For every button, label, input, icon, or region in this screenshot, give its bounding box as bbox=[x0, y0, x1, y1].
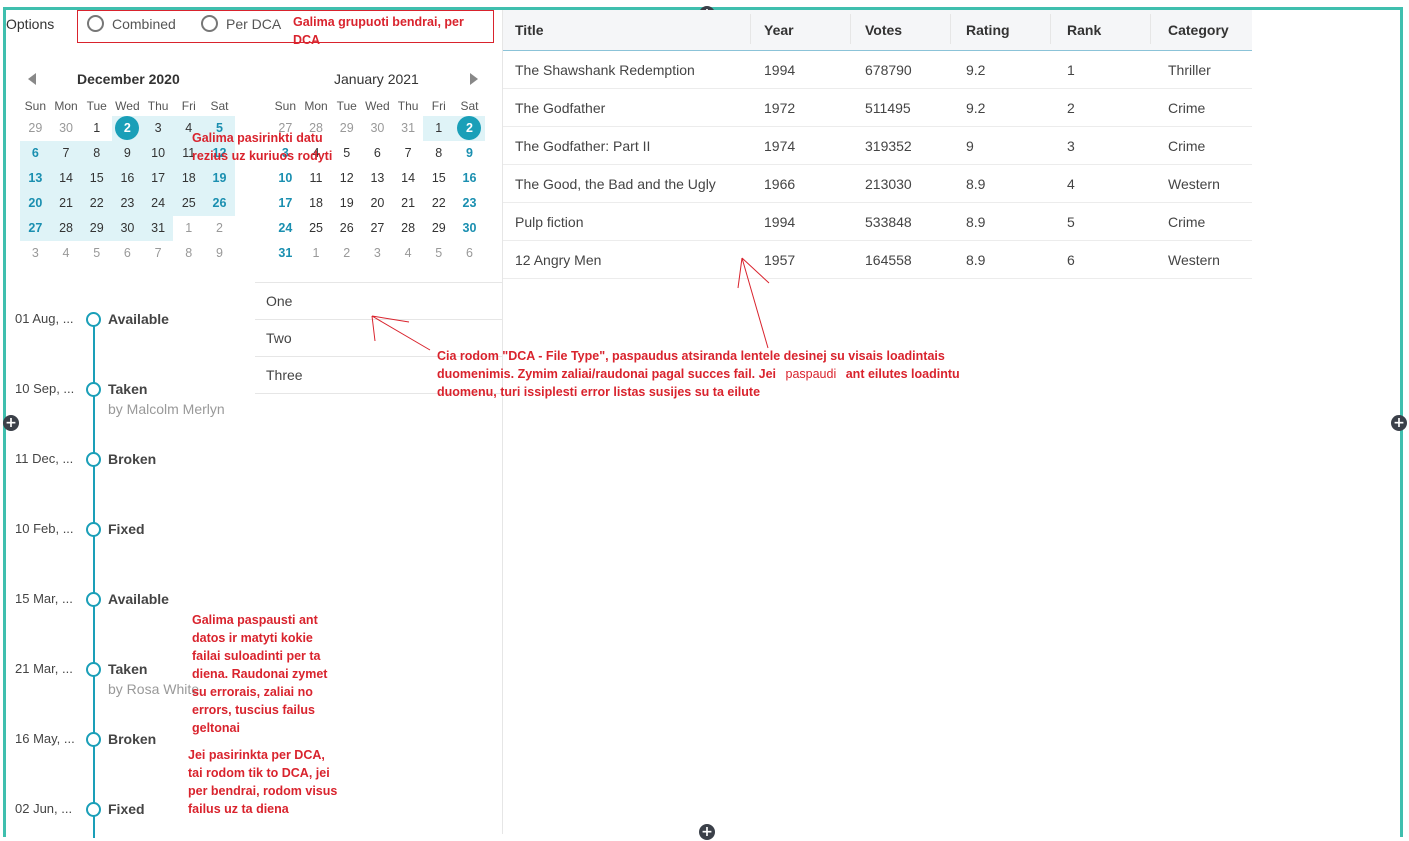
arrow-to-table bbox=[737, 257, 770, 349]
arrow-to-list bbox=[371, 315, 431, 351]
annotation-arrows bbox=[371, 257, 770, 351]
